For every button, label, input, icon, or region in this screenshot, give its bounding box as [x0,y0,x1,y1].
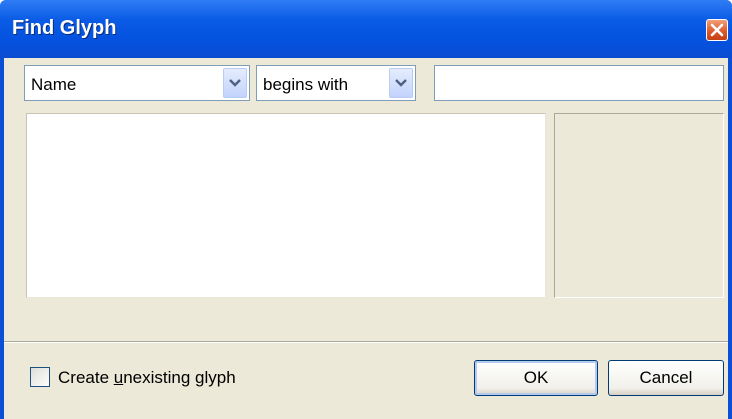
close-button[interactable] [706,19,728,41]
glyph-list[interactable] [26,113,546,298]
field-select-dropdown-button[interactable] [223,68,247,98]
dialog-body: Name begins with Create unexisting glyph… [4,58,728,419]
match-select-value: begins with [263,75,349,94]
title-bar[interactable]: Find Glyph [0,0,732,58]
match-select-dropdown-button[interactable] [389,68,413,98]
create-label-rest: nexisting glyph [123,368,236,387]
field-select[interactable]: Name [24,65,250,101]
create-unexisting-glyph-label[interactable]: Create unexisting glyph [58,368,236,388]
cancel-button[interactable]: Cancel [608,360,724,396]
window-title: Find Glyph [12,17,117,39]
chevron-down-icon [395,79,407,87]
ok-button[interactable]: OK [474,360,598,396]
separator [4,341,728,343]
create-label-prefix: Create [58,368,114,387]
search-input[interactable] [434,65,724,101]
field-select-value: Name [31,75,77,94]
chevron-down-icon [229,79,241,87]
close-icon [710,23,724,37]
find-glyph-dialog: Find Glyph Name begins with Create unexi… [0,0,732,419]
create-unexisting-glyph-checkbox[interactable] [30,367,50,387]
match-select[interactable]: begins with [256,65,416,101]
glyph-preview [554,113,724,298]
create-label-mnemonic: u [113,368,124,387]
